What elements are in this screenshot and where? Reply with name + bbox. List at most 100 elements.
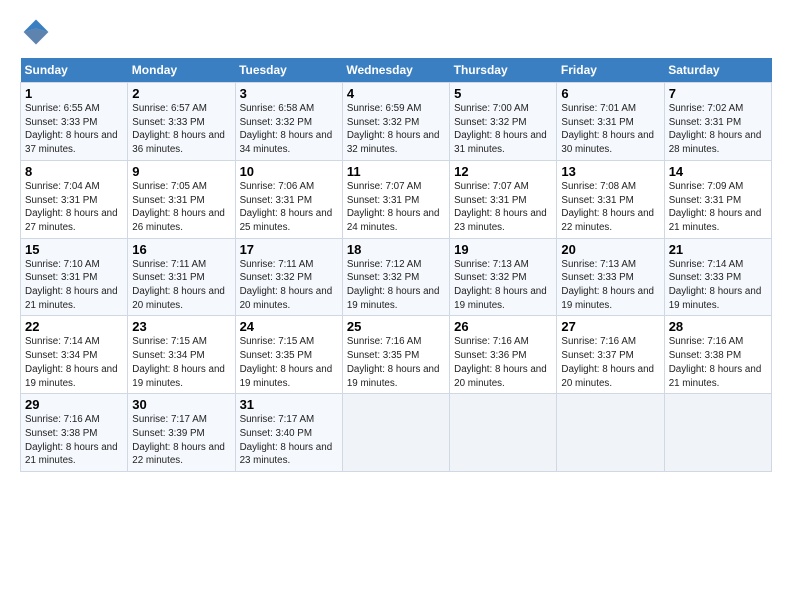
day-info: Sunrise: 7:07 AM Sunset: 3:31 PM Dayligh… [454, 180, 552, 235]
day-info: Sunrise: 6:58 AM Sunset: 3:32 PM Dayligh… [240, 102, 338, 157]
daylight: Daylight: 8 hours and 25 minutes. [240, 208, 333, 233]
sunrise: Sunrise: 7:10 AM [25, 259, 100, 270]
week-row-2: 8 Sunrise: 7:04 AM Sunset: 3:31 PM Dayli… [21, 160, 772, 238]
daylight: Daylight: 8 hours and 19 minutes. [669, 286, 762, 311]
day-info: Sunrise: 7:14 AM Sunset: 3:34 PM Dayligh… [25, 335, 123, 390]
sunrise: Sunrise: 7:01 AM [561, 103, 636, 114]
day-number: 6 [561, 86, 659, 101]
daylight: Daylight: 8 hours and 23 minutes. [454, 208, 547, 233]
calendar-cell: 2 Sunrise: 6:57 AM Sunset: 3:33 PM Dayli… [128, 83, 235, 161]
sunset: Sunset: 3:38 PM [669, 350, 741, 361]
daylight: Daylight: 8 hours and 20 minutes. [561, 364, 654, 389]
daylight: Daylight: 8 hours and 21 minutes. [25, 286, 118, 311]
sunset: Sunset: 3:36 PM [454, 350, 526, 361]
daylight: Daylight: 8 hours and 36 minutes. [132, 130, 225, 155]
page: SundayMondayTuesdayWednesdayThursdayFrid… [0, 0, 792, 482]
calendar-table: SundayMondayTuesdayWednesdayThursdayFrid… [20, 58, 772, 472]
daylight: Daylight: 8 hours and 31 minutes. [454, 130, 547, 155]
sunrise: Sunrise: 6:58 AM [240, 103, 315, 114]
sunset: Sunset: 3:34 PM [132, 350, 204, 361]
sunset: Sunset: 3:33 PM [561, 272, 633, 283]
day-info: Sunrise: 7:16 AM Sunset: 3:35 PM Dayligh… [347, 335, 445, 390]
day-header-wednesday: Wednesday [342, 58, 449, 83]
day-number: 18 [347, 242, 445, 257]
day-number: 19 [454, 242, 552, 257]
day-info: Sunrise: 7:09 AM Sunset: 3:31 PM Dayligh… [669, 180, 767, 235]
daylight: Daylight: 8 hours and 22 minutes. [132, 442, 225, 467]
sunset: Sunset: 3:32 PM [347, 117, 419, 128]
day-number: 13 [561, 164, 659, 179]
header-row: SundayMondayTuesdayWednesdayThursdayFrid… [21, 58, 772, 83]
calendar-cell: 29 Sunrise: 7:16 AM Sunset: 3:38 PM Dayl… [21, 394, 128, 472]
sunrise: Sunrise: 7:06 AM [240, 181, 315, 192]
day-info: Sunrise: 7:15 AM Sunset: 3:35 PM Dayligh… [240, 335, 338, 390]
day-info: Sunrise: 7:17 AM Sunset: 3:40 PM Dayligh… [240, 413, 338, 468]
day-info: Sunrise: 7:16 AM Sunset: 3:38 PM Dayligh… [25, 413, 123, 468]
calendar-cell: 23 Sunrise: 7:15 AM Sunset: 3:34 PM Dayl… [128, 316, 235, 394]
day-number: 2 [132, 86, 230, 101]
calendar-cell: 25 Sunrise: 7:16 AM Sunset: 3:35 PM Dayl… [342, 316, 449, 394]
daylight: Daylight: 8 hours and 24 minutes. [347, 208, 440, 233]
daylight: Daylight: 8 hours and 27 minutes. [25, 208, 118, 233]
sunset: Sunset: 3:32 PM [347, 272, 419, 283]
day-number: 22 [25, 319, 123, 334]
daylight: Daylight: 8 hours and 19 minutes. [132, 364, 225, 389]
calendar-cell: 21 Sunrise: 7:14 AM Sunset: 3:33 PM Dayl… [664, 238, 771, 316]
day-info: Sunrise: 7:11 AM Sunset: 3:31 PM Dayligh… [132, 258, 230, 313]
day-info: Sunrise: 7:13 AM Sunset: 3:32 PM Dayligh… [454, 258, 552, 313]
day-info: Sunrise: 7:17 AM Sunset: 3:39 PM Dayligh… [132, 413, 230, 468]
day-info: Sunrise: 7:15 AM Sunset: 3:34 PM Dayligh… [132, 335, 230, 390]
day-number: 9 [132, 164, 230, 179]
calendar-cell [450, 394, 557, 472]
daylight: Daylight: 8 hours and 19 minutes. [25, 364, 118, 389]
day-number: 30 [132, 397, 230, 412]
day-number: 14 [669, 164, 767, 179]
day-number: 12 [454, 164, 552, 179]
sunrise: Sunrise: 7:16 AM [454, 336, 529, 347]
day-number: 5 [454, 86, 552, 101]
day-info: Sunrise: 6:57 AM Sunset: 3:33 PM Dayligh… [132, 102, 230, 157]
daylight: Daylight: 8 hours and 34 minutes. [240, 130, 333, 155]
sunrise: Sunrise: 7:04 AM [25, 181, 100, 192]
calendar-cell: 6 Sunrise: 7:01 AM Sunset: 3:31 PM Dayli… [557, 83, 664, 161]
day-info: Sunrise: 7:05 AM Sunset: 3:31 PM Dayligh… [132, 180, 230, 235]
sunset: Sunset: 3:35 PM [240, 350, 312, 361]
calendar-cell: 5 Sunrise: 7:00 AM Sunset: 3:32 PM Dayli… [450, 83, 557, 161]
calendar-cell: 3 Sunrise: 6:58 AM Sunset: 3:32 PM Dayli… [235, 83, 342, 161]
day-info: Sunrise: 7:04 AM Sunset: 3:31 PM Dayligh… [25, 180, 123, 235]
sunset: Sunset: 3:31 PM [454, 195, 526, 206]
daylight: Daylight: 8 hours and 37 minutes. [25, 130, 118, 155]
day-number: 31 [240, 397, 338, 412]
sunset: Sunset: 3:31 PM [669, 195, 741, 206]
daylight: Daylight: 8 hours and 19 minutes. [347, 364, 440, 389]
calendar-cell: 8 Sunrise: 7:04 AM Sunset: 3:31 PM Dayli… [21, 160, 128, 238]
calendar-cell: 4 Sunrise: 6:59 AM Sunset: 3:32 PM Dayli… [342, 83, 449, 161]
logo [20, 16, 54, 48]
day-number: 24 [240, 319, 338, 334]
week-row-4: 22 Sunrise: 7:14 AM Sunset: 3:34 PM Dayl… [21, 316, 772, 394]
day-header-saturday: Saturday [664, 58, 771, 83]
day-info: Sunrise: 7:08 AM Sunset: 3:31 PM Dayligh… [561, 180, 659, 235]
sunrise: Sunrise: 7:16 AM [561, 336, 636, 347]
day-info: Sunrise: 6:55 AM Sunset: 3:33 PM Dayligh… [25, 102, 123, 157]
daylight: Daylight: 8 hours and 30 minutes. [561, 130, 654, 155]
calendar-cell: 20 Sunrise: 7:13 AM Sunset: 3:33 PM Dayl… [557, 238, 664, 316]
calendar-cell: 11 Sunrise: 7:07 AM Sunset: 3:31 PM Dayl… [342, 160, 449, 238]
day-info: Sunrise: 7:02 AM Sunset: 3:31 PM Dayligh… [669, 102, 767, 157]
daylight: Daylight: 8 hours and 22 minutes. [561, 208, 654, 233]
sunset: Sunset: 3:34 PM [25, 350, 97, 361]
day-info: Sunrise: 7:16 AM Sunset: 3:37 PM Dayligh… [561, 335, 659, 390]
calendar-cell: 1 Sunrise: 6:55 AM Sunset: 3:33 PM Dayli… [21, 83, 128, 161]
day-number: 8 [25, 164, 123, 179]
calendar-cell: 9 Sunrise: 7:05 AM Sunset: 3:31 PM Dayli… [128, 160, 235, 238]
header [20, 16, 772, 48]
sunset: Sunset: 3:31 PM [132, 195, 204, 206]
day-info: Sunrise: 7:11 AM Sunset: 3:32 PM Dayligh… [240, 258, 338, 313]
day-number: 29 [25, 397, 123, 412]
sunrise: Sunrise: 7:17 AM [132, 414, 207, 425]
sunrise: Sunrise: 7:02 AM [669, 103, 744, 114]
sunset: Sunset: 3:39 PM [132, 428, 204, 439]
sunrise: Sunrise: 7:05 AM [132, 181, 207, 192]
day-info: Sunrise: 7:07 AM Sunset: 3:31 PM Dayligh… [347, 180, 445, 235]
day-number: 7 [669, 86, 767, 101]
